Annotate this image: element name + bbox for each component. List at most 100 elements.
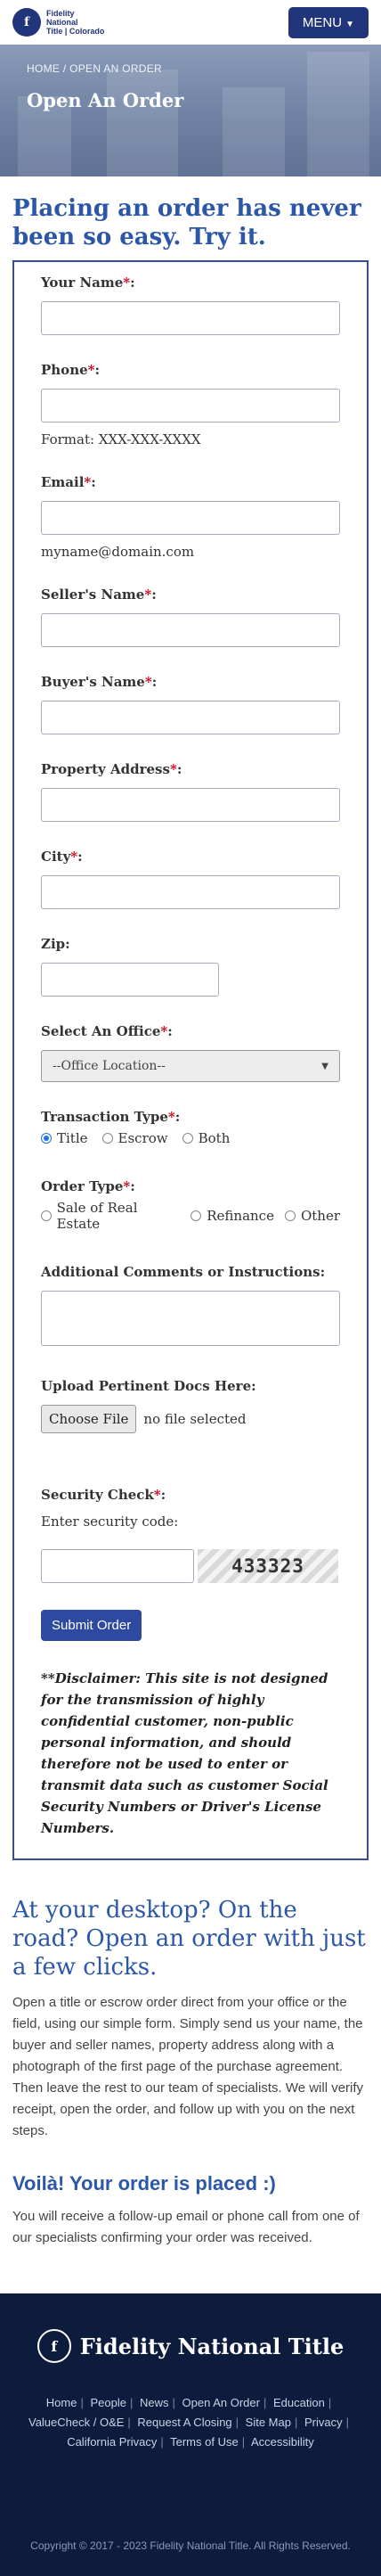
radio-title[interactable]: Title <box>41 1130 88 1146</box>
site-logo[interactable]: f Fidelity National Title | Colorado <box>12 8 104 37</box>
seller-name-field: Seller's Name*: <box>41 587 340 647</box>
property-address-field: Property Address*: <box>41 761 340 822</box>
logo-line-1: Fidelity <box>46 9 75 18</box>
phone-input[interactable] <box>41 389 340 422</box>
hero-background-building <box>107 70 178 176</box>
footer-link-open-an-order[interactable]: Open An Order <box>182 2396 260 2409</box>
upload-label: Upload Pertinent Docs Here: <box>41 1378 256 1394</box>
logo-line-3: Title | Colorado <box>46 27 105 36</box>
transaction-type-field: Transaction Type*: Title Escrow Both <box>41 1109 340 1146</box>
office-select-value: --Office Location-- <box>53 1059 166 1073</box>
your-name-input[interactable] <box>41 301 340 335</box>
upload-field: Upload Pertinent Docs Here: Choose File … <box>41 1378 340 1433</box>
breadcrumb[interactable]: HOME / OPEN AN ORDER <box>27 62 354 75</box>
footer-link-home[interactable]: Home <box>46 2396 77 2409</box>
footer-link-site-map[interactable]: Site Map <box>246 2416 291 2429</box>
radio-unchecked-icon <box>101 1133 113 1144</box>
security-check-field: Security Check*: Enter security code: 43… <box>41 1487 340 1583</box>
site-header: f Fidelity National Title | Colorado MEN… <box>0 0 381 45</box>
footer-brand-name: Fidelity National Title <box>79 2333 345 2359</box>
phone-field: Phone*: Format: XXX-XXX-XXXX <box>41 362 340 447</box>
site-footer: f Fidelity National Title Home | People | … <box>0 2293 381 2576</box>
phone-label: Phone*: <box>41 362 101 378</box>
footer-link-request-a-closing[interactable]: Request A Closing <box>137 2416 231 2429</box>
radio-both[interactable]: Both <box>182 1130 230 1146</box>
seller-name-input[interactable] <box>41 613 340 647</box>
email-format-hint: myname@domain.com <box>41 544 195 560</box>
your-name-field: Your Name*: <box>41 275 340 335</box>
property-address-label: Property Address*: <box>41 761 182 777</box>
order-type-label: Order Type*: <box>41 1178 135 1194</box>
logo-emblem-icon: f <box>36 2329 71 2363</box>
transaction-type-radios: Title Escrow Both <box>41 1130 340 1146</box>
open-order-form: Your Name*: Phone*: Format: XXX-XXX-XXXX… <box>12 260 369 1860</box>
radio-checked-icon <box>41 1133 52 1144</box>
submit-order-button[interactable]: Submit Order <box>41 1610 142 1641</box>
logo-line-2: National <box>46 18 78 27</box>
intro-heading: Placing an order has never been so easy.… <box>12 195 361 250</box>
info-section: At your desktop? On the road? Open an or… <box>0 1860 381 2249</box>
logo-emblem-icon: f <box>12 8 41 37</box>
info-heading: At your desktop? On the road? Open an or… <box>12 1897 366 1981</box>
transaction-type-label: Transaction Type*: <box>41 1109 181 1125</box>
office-field: Select An Office*: --Office Location-- ▼ <box>41 1023 340 1082</box>
page-hero: HOME / OPEN AN ORDER Open An Order <box>0 45 381 176</box>
office-select[interactable]: --Office Location-- ▼ <box>41 1050 340 1082</box>
zip-label: Zip: <box>41 936 70 952</box>
email-input[interactable] <box>41 501 340 535</box>
footer-link-california-privacy[interactable]: California Privacy <box>67 2435 157 2449</box>
office-label: Select An Office*: <box>41 1023 173 1039</box>
footer-link-terms-of-use[interactable]: Terms of Use <box>170 2435 239 2449</box>
city-field: City*: <box>41 849 340 909</box>
radio-refinance[interactable]: Refinance <box>190 1208 274 1224</box>
page-title: Open An Order <box>27 89 184 111</box>
disclaimer-text: **Disclaimer: This site is not designed … <box>41 1670 328 1836</box>
seller-name-label: Seller's Name*: <box>41 587 157 603</box>
buyer-name-input[interactable] <box>41 701 340 734</box>
copyright-text: Copyright © 2017 - 2023 Fidelity Nationa… <box>30 2539 351 2552</box>
captcha-input[interactable] <box>41 1549 194 1583</box>
captcha-image: 433323 <box>198 1549 338 1583</box>
footer-link-privacy[interactable]: Privacy <box>304 2416 343 2429</box>
comments-label: Additional Comments or Instructions: <box>41 1264 326 1280</box>
choose-file-button[interactable]: Choose File <box>41 1405 137 1433</box>
buyer-name-label: Buyer's Name*: <box>41 674 158 690</box>
city-input[interactable] <box>41 875 340 909</box>
footer-link-people[interactable]: People <box>90 2396 126 2409</box>
radio-escrow[interactable]: Escrow <box>101 1130 168 1146</box>
info-paragraph: Open a title or escrow order direct from… <box>12 1995 364 2138</box>
voila-heading: Voilà! Your order is placed :) <box>12 2172 276 2195</box>
voila-paragraph: You will receive a follow-up email or ph… <box>12 2209 360 2245</box>
comments-textarea[interactable] <box>41 1291 340 1346</box>
comments-field: Additional Comments or Instructions: <box>41 1264 340 1346</box>
radio-unchecked-icon <box>41 1210 52 1221</box>
footer-link-valuecheck[interactable]: ValueCheck / O&E <box>28 2416 124 2429</box>
property-address-input[interactable] <box>41 788 340 822</box>
footer-link-education[interactable]: Education <box>273 2396 325 2409</box>
captcha-row: 433323 <box>41 1549 340 1583</box>
zip-input[interactable] <box>41 963 219 997</box>
menu-button[interactable]: MENU ▼ <box>288 6 369 38</box>
radio-sale-of-real-estate[interactable]: Sale of Real Estate <box>41 1200 180 1232</box>
file-status: no file selected <box>143 1411 247 1427</box>
security-prompt: Enter security code: <box>41 1514 179 1530</box>
email-label: Email*: <box>41 474 96 490</box>
menu-button-label: MENU <box>302 14 343 30</box>
email-field: Email*: myname@domain.com <box>41 474 340 560</box>
caret-down-icon: ▼ <box>321 1061 328 1071</box>
your-name-label: Your Name*: <box>41 275 135 291</box>
logo-text: Fidelity National Title | Colorado <box>46 9 104 36</box>
order-type-field: Order Type*: Sale of Real Estate Refinan… <box>41 1178 340 1232</box>
radio-unchecked-icon <box>182 1133 193 1144</box>
phone-format-hint: Format: XXX-XXX-XXXX <box>41 431 201 447</box>
footer-links: Home | People | News | Open An Order | Educa… <box>28 2396 350 2449</box>
file-upload-row: Choose File no file selected <box>41 1405 340 1433</box>
footer-link-accessibility[interactable]: Accessibility <box>251 2435 314 2449</box>
security-check-label: Security Check*: <box>41 1487 166 1503</box>
footer-link-news[interactable]: News <box>140 2396 169 2409</box>
city-label: City*: <box>41 849 83 865</box>
order-type-radios: Sale of Real Estate Refinance Other <box>41 1200 340 1232</box>
radio-unchecked-icon <box>284 1210 296 1221</box>
radio-other[interactable]: Other <box>284 1208 340 1224</box>
footer-logo[interactable]: f Fidelity National Title <box>12 2329 369 2363</box>
